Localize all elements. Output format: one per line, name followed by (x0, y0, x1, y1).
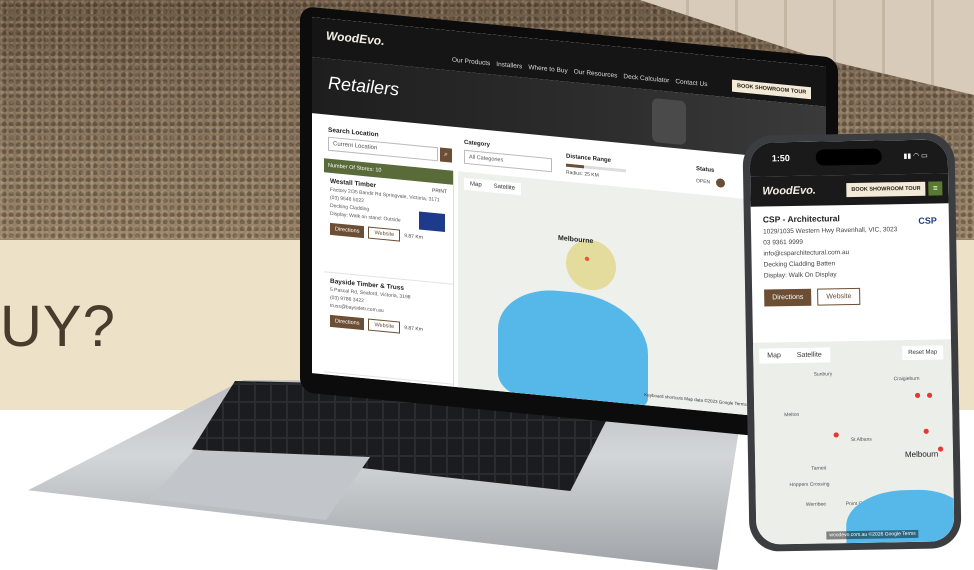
status-value: OPEN (696, 178, 711, 186)
tab-satellite[interactable]: Satellite (488, 180, 521, 195)
status-label: Status (696, 166, 715, 174)
hamburger-menu-icon[interactable]: ≡ (928, 181, 943, 196)
search-radius-circle (566, 237, 616, 293)
book-showroom-tour-button[interactable]: BOOK SHOWROOM TOUR (732, 79, 812, 100)
map-pin-icon[interactable]: ● (584, 253, 590, 265)
nav-installers[interactable]: Installers (496, 61, 522, 71)
site-logo[interactable]: WoodEvo. (326, 29, 384, 49)
store-email: info@csparchitectural.com.au (763, 249, 850, 258)
page-title: Retailers (328, 72, 400, 100)
plant-pot-image (652, 97, 686, 146)
nav-our-resources[interactable]: Our Resources (574, 68, 618, 79)
map-place-label: St Albans (850, 436, 872, 444)
map-type-tabs: Map Satellite (759, 347, 830, 364)
phone-status-bar: 1:50 ▮▮ ◠ ▭ (749, 139, 949, 177)
nav-deck-calculator[interactable]: Deck Calculator (623, 73, 669, 84)
store-list: Number Of Stores: 10 Westall Timber PRIN… (324, 158, 454, 387)
headline-text: UY? (0, 294, 116, 359)
map-place-label: Melton (784, 411, 800, 419)
list-item[interactable]: Bayside Timber & Truss 5 Pascal Rd, Seaf… (324, 272, 453, 385)
dynamic-island (815, 148, 882, 166)
phone-device: 1:50 ▮▮ ◠ ▭ WoodEvo. BOOK SHOWROOM TOUR … (742, 132, 962, 552)
store-distance: 9.87 Km (404, 325, 423, 333)
category-select[interactable]: All Categories (464, 149, 552, 173)
tab-satellite[interactable]: Satellite (789, 347, 830, 363)
map-pin-icon[interactable]: ● (937, 441, 944, 455)
port-phillip-bay (498, 285, 648, 410)
status-toggle[interactable] (716, 178, 725, 188)
map-place-label: Craigieburn (893, 375, 920, 383)
store-phone: 03 9361 9999 (763, 238, 804, 247)
directions-button[interactable]: Directions (330, 314, 365, 331)
website-button[interactable]: Website (368, 318, 401, 334)
map-pin-icon[interactable]: ● (832, 427, 839, 441)
store-display: Display: Walk On Display (763, 271, 837, 280)
tab-map[interactable]: Map (464, 178, 488, 192)
store-logo: CSP (918, 215, 937, 226)
search-icon[interactable]: ⌕ (440, 147, 452, 163)
store-tags: Decking Cladding Batten (763, 260, 836, 269)
signal-wifi-battery-icon: ▮▮ ◠ ▭ (903, 152, 928, 161)
map-place-label: Sunbury (813, 371, 833, 378)
map-pin-icon[interactable]: ● (914, 388, 921, 402)
store-card: CSP - Architectural CSP 1029/1035 Wester… (751, 203, 951, 314)
nav-contact-us[interactable]: Contact Us (675, 78, 707, 88)
map-place-label: Werribee (805, 501, 827, 508)
map-footer: woodevo.com.au ©2026 Google Terms (826, 529, 919, 540)
map-place-label: Hoppers Crossing (789, 481, 830, 489)
website-button[interactable]: Website (817, 287, 861, 306)
status-time: 1:50 (771, 153, 790, 164)
distance-range-label: Distance Range (566, 153, 612, 164)
store-name: CSP - Architectural (762, 213, 840, 225)
category-label: Category (464, 139, 491, 149)
directions-button[interactable]: Directions (330, 222, 365, 239)
phone-screen: 1:50 ▮▮ ◠ ▭ WoodEvo. BOOK SHOWROOM TOUR … (749, 139, 955, 545)
distance-slider-fill (566, 163, 584, 169)
book-showroom-tour-button[interactable]: BOOK SHOWROOM TOUR (846, 181, 926, 198)
map-pin-icon[interactable]: ● (922, 424, 929, 438)
map-city-label: Melbourn (904, 449, 939, 460)
store-address: 1029/1035 Western Hwy Ravenhall, VIC, 30… (763, 226, 898, 236)
store-distance: 9.87 Km (404, 233, 423, 241)
phone-site-header: WoodEvo. BOOK SHOWROOM TOUR ≡ (750, 173, 949, 207)
directions-button[interactable]: Directions (764, 288, 812, 307)
phone-store-map[interactable]: Map Satellite Reset Map Sunbury Craigieb… (752, 339, 955, 545)
map-pin-icon[interactable]: ● (926, 388, 933, 402)
list-item[interactable]: Westall Timber PRINT Factory 2/35 Bandir… (324, 172, 453, 285)
search-location-input[interactable]: Current Location (328, 136, 438, 162)
tab-map[interactable]: Map (759, 348, 789, 364)
nav-where-to-buy[interactable]: Where to Buy (528, 64, 567, 75)
distance-value: Radius: 25 KM (566, 169, 599, 179)
website-button[interactable]: Website (368, 226, 401, 242)
reset-map-button[interactable]: Reset Map (902, 345, 944, 361)
store-logo (419, 211, 445, 232)
map-place-label: Tarneit (811, 465, 827, 472)
map-type-tabs: Map Satellite (464, 177, 522, 196)
nav-our-products[interactable]: Our Products (452, 57, 490, 68)
site-logo[interactable]: WoodEvo. (762, 185, 816, 198)
